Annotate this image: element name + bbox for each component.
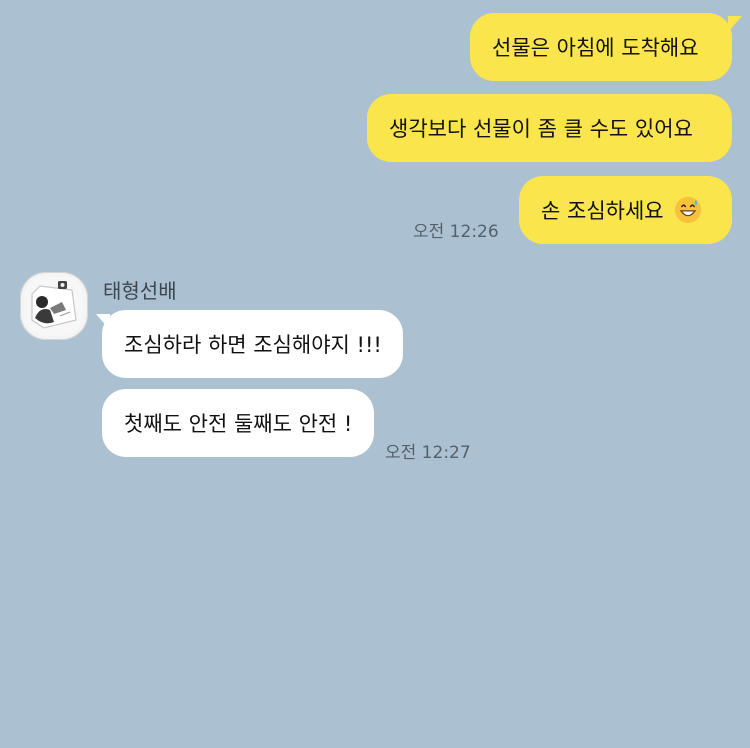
outgoing-message-bubble[interactable]: 선물은 아침에 도착해요 — [470, 13, 732, 81]
message-text: 손 조심하세요 — [541, 199, 664, 223]
profile-photo-icon — [24, 276, 84, 336]
grinning-sweat-emoji-icon — [674, 196, 701, 224]
bubble-tail — [728, 16, 742, 32]
message-text: 생각보다 선물이 좀 클 수도 있어요 — [389, 117, 693, 141]
message-text: 조심하라 하면 조심해야지 !!! — [124, 333, 382, 357]
outgoing-message-bubble[interactable]: 생각보다 선물이 좀 클 수도 있어요 — [367, 94, 732, 162]
incoming-message-bubble[interactable]: 첫째도 안전 둘째도 안전 ! — [102, 389, 374, 457]
sender-name: 태형선배 — [103, 279, 177, 303]
chat-window: 선물은 아침에 도착해요 생각보다 선물이 좀 클 수도 있어요 손 조심하세요… — [0, 0, 750, 748]
incoming-message-bubble[interactable]: 조심하라 하면 조심해야지 !!! — [102, 310, 403, 378]
message-text: 첫째도 안전 둘째도 안전 ! — [124, 412, 353, 436]
message-timestamp: 오전 12:27 — [385, 443, 471, 463]
message-text: 선물은 아침에 도착해요 — [492, 36, 699, 60]
sender-avatar[interactable] — [20, 272, 88, 340]
message-timestamp: 오전 12:26 — [413, 222, 499, 242]
outgoing-message-bubble[interactable]: 손 조심하세요 — [519, 176, 732, 244]
